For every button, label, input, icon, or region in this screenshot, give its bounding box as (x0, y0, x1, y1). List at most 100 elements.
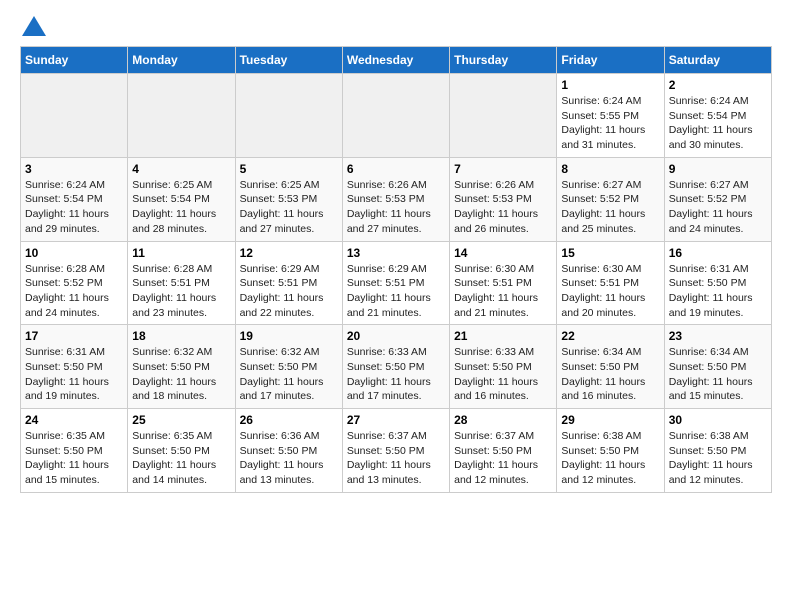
day-number: 17 (25, 329, 123, 343)
logo (20, 20, 46, 36)
day-info: Sunrise: 6:24 AMSunset: 5:55 PMDaylight:… (561, 94, 659, 153)
calendar-cell (342, 74, 449, 158)
day-info: Sunrise: 6:35 AMSunset: 5:50 PMDaylight:… (132, 429, 230, 488)
day-info: Sunrise: 6:24 AMSunset: 5:54 PMDaylight:… (25, 178, 123, 237)
day-info: Sunrise: 6:32 AMSunset: 5:50 PMDaylight:… (240, 345, 338, 404)
day-info: Sunrise: 6:26 AMSunset: 5:53 PMDaylight:… (347, 178, 445, 237)
day-number: 28 (454, 413, 552, 427)
day-info: Sunrise: 6:25 AMSunset: 5:53 PMDaylight:… (240, 178, 338, 237)
day-info: Sunrise: 6:26 AMSunset: 5:53 PMDaylight:… (454, 178, 552, 237)
calendar-cell: 19 Sunrise: 6:32 AMSunset: 5:50 PMDaylig… (235, 325, 342, 409)
calendar-cell: 7 Sunrise: 6:26 AMSunset: 5:53 PMDayligh… (450, 157, 557, 241)
day-number: 9 (669, 162, 767, 176)
day-info: Sunrise: 6:38 AMSunset: 5:50 PMDaylight:… (669, 429, 767, 488)
calendar-cell: 23 Sunrise: 6:34 AMSunset: 5:50 PMDaylig… (664, 325, 771, 409)
day-number: 1 (561, 78, 659, 92)
day-info: Sunrise: 6:28 AMSunset: 5:51 PMDaylight:… (132, 262, 230, 321)
day-info: Sunrise: 6:34 AMSunset: 5:50 PMDaylight:… (669, 345, 767, 404)
day-number: 2 (669, 78, 767, 92)
logo-triangle-icon (22, 16, 46, 36)
day-number: 16 (669, 246, 767, 260)
col-header-sunday: Sunday (21, 47, 128, 74)
day-info: Sunrise: 6:30 AMSunset: 5:51 PMDaylight:… (454, 262, 552, 321)
calendar-cell: 5 Sunrise: 6:25 AMSunset: 5:53 PMDayligh… (235, 157, 342, 241)
day-number: 12 (240, 246, 338, 260)
calendar-cell: 27 Sunrise: 6:37 AMSunset: 5:50 PMDaylig… (342, 409, 449, 493)
col-header-thursday: Thursday (450, 47, 557, 74)
col-header-saturday: Saturday (664, 47, 771, 74)
calendar-cell: 14 Sunrise: 6:30 AMSunset: 5:51 PMDaylig… (450, 241, 557, 325)
col-header-wednesday: Wednesday (342, 47, 449, 74)
calendar-cell: 22 Sunrise: 6:34 AMSunset: 5:50 PMDaylig… (557, 325, 664, 409)
calendar-cell: 3 Sunrise: 6:24 AMSunset: 5:54 PMDayligh… (21, 157, 128, 241)
calendar-cell: 6 Sunrise: 6:26 AMSunset: 5:53 PMDayligh… (342, 157, 449, 241)
day-number: 7 (454, 162, 552, 176)
calendar-cell: 10 Sunrise: 6:28 AMSunset: 5:52 PMDaylig… (21, 241, 128, 325)
calendar-cell: 11 Sunrise: 6:28 AMSunset: 5:51 PMDaylig… (128, 241, 235, 325)
day-info: Sunrise: 6:28 AMSunset: 5:52 PMDaylight:… (25, 262, 123, 321)
calendar-cell: 30 Sunrise: 6:38 AMSunset: 5:50 PMDaylig… (664, 409, 771, 493)
day-info: Sunrise: 6:33 AMSunset: 5:50 PMDaylight:… (347, 345, 445, 404)
calendar-cell (128, 74, 235, 158)
day-info: Sunrise: 6:33 AMSunset: 5:50 PMDaylight:… (454, 345, 552, 404)
calendar-cell: 2 Sunrise: 6:24 AMSunset: 5:54 PMDayligh… (664, 74, 771, 158)
day-info: Sunrise: 6:35 AMSunset: 5:50 PMDaylight:… (25, 429, 123, 488)
day-number: 8 (561, 162, 659, 176)
day-number: 10 (25, 246, 123, 260)
day-info: Sunrise: 6:29 AMSunset: 5:51 PMDaylight:… (240, 262, 338, 321)
col-header-tuesday: Tuesday (235, 47, 342, 74)
calendar-cell: 24 Sunrise: 6:35 AMSunset: 5:50 PMDaylig… (21, 409, 128, 493)
day-number: 5 (240, 162, 338, 176)
day-number: 4 (132, 162, 230, 176)
day-info: Sunrise: 6:31 AMSunset: 5:50 PMDaylight:… (25, 345, 123, 404)
day-number: 11 (132, 246, 230, 260)
day-info: Sunrise: 6:34 AMSunset: 5:50 PMDaylight:… (561, 345, 659, 404)
calendar-cell: 9 Sunrise: 6:27 AMSunset: 5:52 PMDayligh… (664, 157, 771, 241)
page-header (20, 20, 772, 36)
day-info: Sunrise: 6:31 AMSunset: 5:50 PMDaylight:… (669, 262, 767, 321)
calendar-cell: 17 Sunrise: 6:31 AMSunset: 5:50 PMDaylig… (21, 325, 128, 409)
col-header-friday: Friday (557, 47, 664, 74)
calendar-cell: 15 Sunrise: 6:30 AMSunset: 5:51 PMDaylig… (557, 241, 664, 325)
day-info: Sunrise: 6:30 AMSunset: 5:51 PMDaylight:… (561, 262, 659, 321)
calendar-cell: 25 Sunrise: 6:35 AMSunset: 5:50 PMDaylig… (128, 409, 235, 493)
calendar-cell: 16 Sunrise: 6:31 AMSunset: 5:50 PMDaylig… (664, 241, 771, 325)
day-number: 6 (347, 162, 445, 176)
day-number: 19 (240, 329, 338, 343)
day-info: Sunrise: 6:27 AMSunset: 5:52 PMDaylight:… (561, 178, 659, 237)
day-info: Sunrise: 6:32 AMSunset: 5:50 PMDaylight:… (132, 345, 230, 404)
calendar-table: SundayMondayTuesdayWednesdayThursdayFrid… (20, 46, 772, 493)
calendar-cell: 29 Sunrise: 6:38 AMSunset: 5:50 PMDaylig… (557, 409, 664, 493)
calendar-cell: 26 Sunrise: 6:36 AMSunset: 5:50 PMDaylig… (235, 409, 342, 493)
day-number: 3 (25, 162, 123, 176)
calendar-cell: 18 Sunrise: 6:32 AMSunset: 5:50 PMDaylig… (128, 325, 235, 409)
day-info: Sunrise: 6:25 AMSunset: 5:54 PMDaylight:… (132, 178, 230, 237)
day-info: Sunrise: 6:24 AMSunset: 5:54 PMDaylight:… (669, 94, 767, 153)
day-number: 30 (669, 413, 767, 427)
day-number: 22 (561, 329, 659, 343)
day-number: 25 (132, 413, 230, 427)
calendar-cell: 28 Sunrise: 6:37 AMSunset: 5:50 PMDaylig… (450, 409, 557, 493)
day-info: Sunrise: 6:37 AMSunset: 5:50 PMDaylight:… (347, 429, 445, 488)
calendar-cell: 1 Sunrise: 6:24 AMSunset: 5:55 PMDayligh… (557, 74, 664, 158)
day-number: 26 (240, 413, 338, 427)
day-number: 27 (347, 413, 445, 427)
calendar-cell: 20 Sunrise: 6:33 AMSunset: 5:50 PMDaylig… (342, 325, 449, 409)
day-number: 23 (669, 329, 767, 343)
calendar-cell (21, 74, 128, 158)
calendar-cell: 8 Sunrise: 6:27 AMSunset: 5:52 PMDayligh… (557, 157, 664, 241)
col-header-monday: Monday (128, 47, 235, 74)
day-info: Sunrise: 6:29 AMSunset: 5:51 PMDaylight:… (347, 262, 445, 321)
calendar-cell (235, 74, 342, 158)
day-number: 21 (454, 329, 552, 343)
day-number: 20 (347, 329, 445, 343)
calendar-cell: 13 Sunrise: 6:29 AMSunset: 5:51 PMDaylig… (342, 241, 449, 325)
calendar-cell (450, 74, 557, 158)
day-number: 14 (454, 246, 552, 260)
day-number: 15 (561, 246, 659, 260)
day-number: 24 (25, 413, 123, 427)
day-info: Sunrise: 6:27 AMSunset: 5:52 PMDaylight:… (669, 178, 767, 237)
day-info: Sunrise: 6:37 AMSunset: 5:50 PMDaylight:… (454, 429, 552, 488)
day-info: Sunrise: 6:36 AMSunset: 5:50 PMDaylight:… (240, 429, 338, 488)
day-number: 29 (561, 413, 659, 427)
